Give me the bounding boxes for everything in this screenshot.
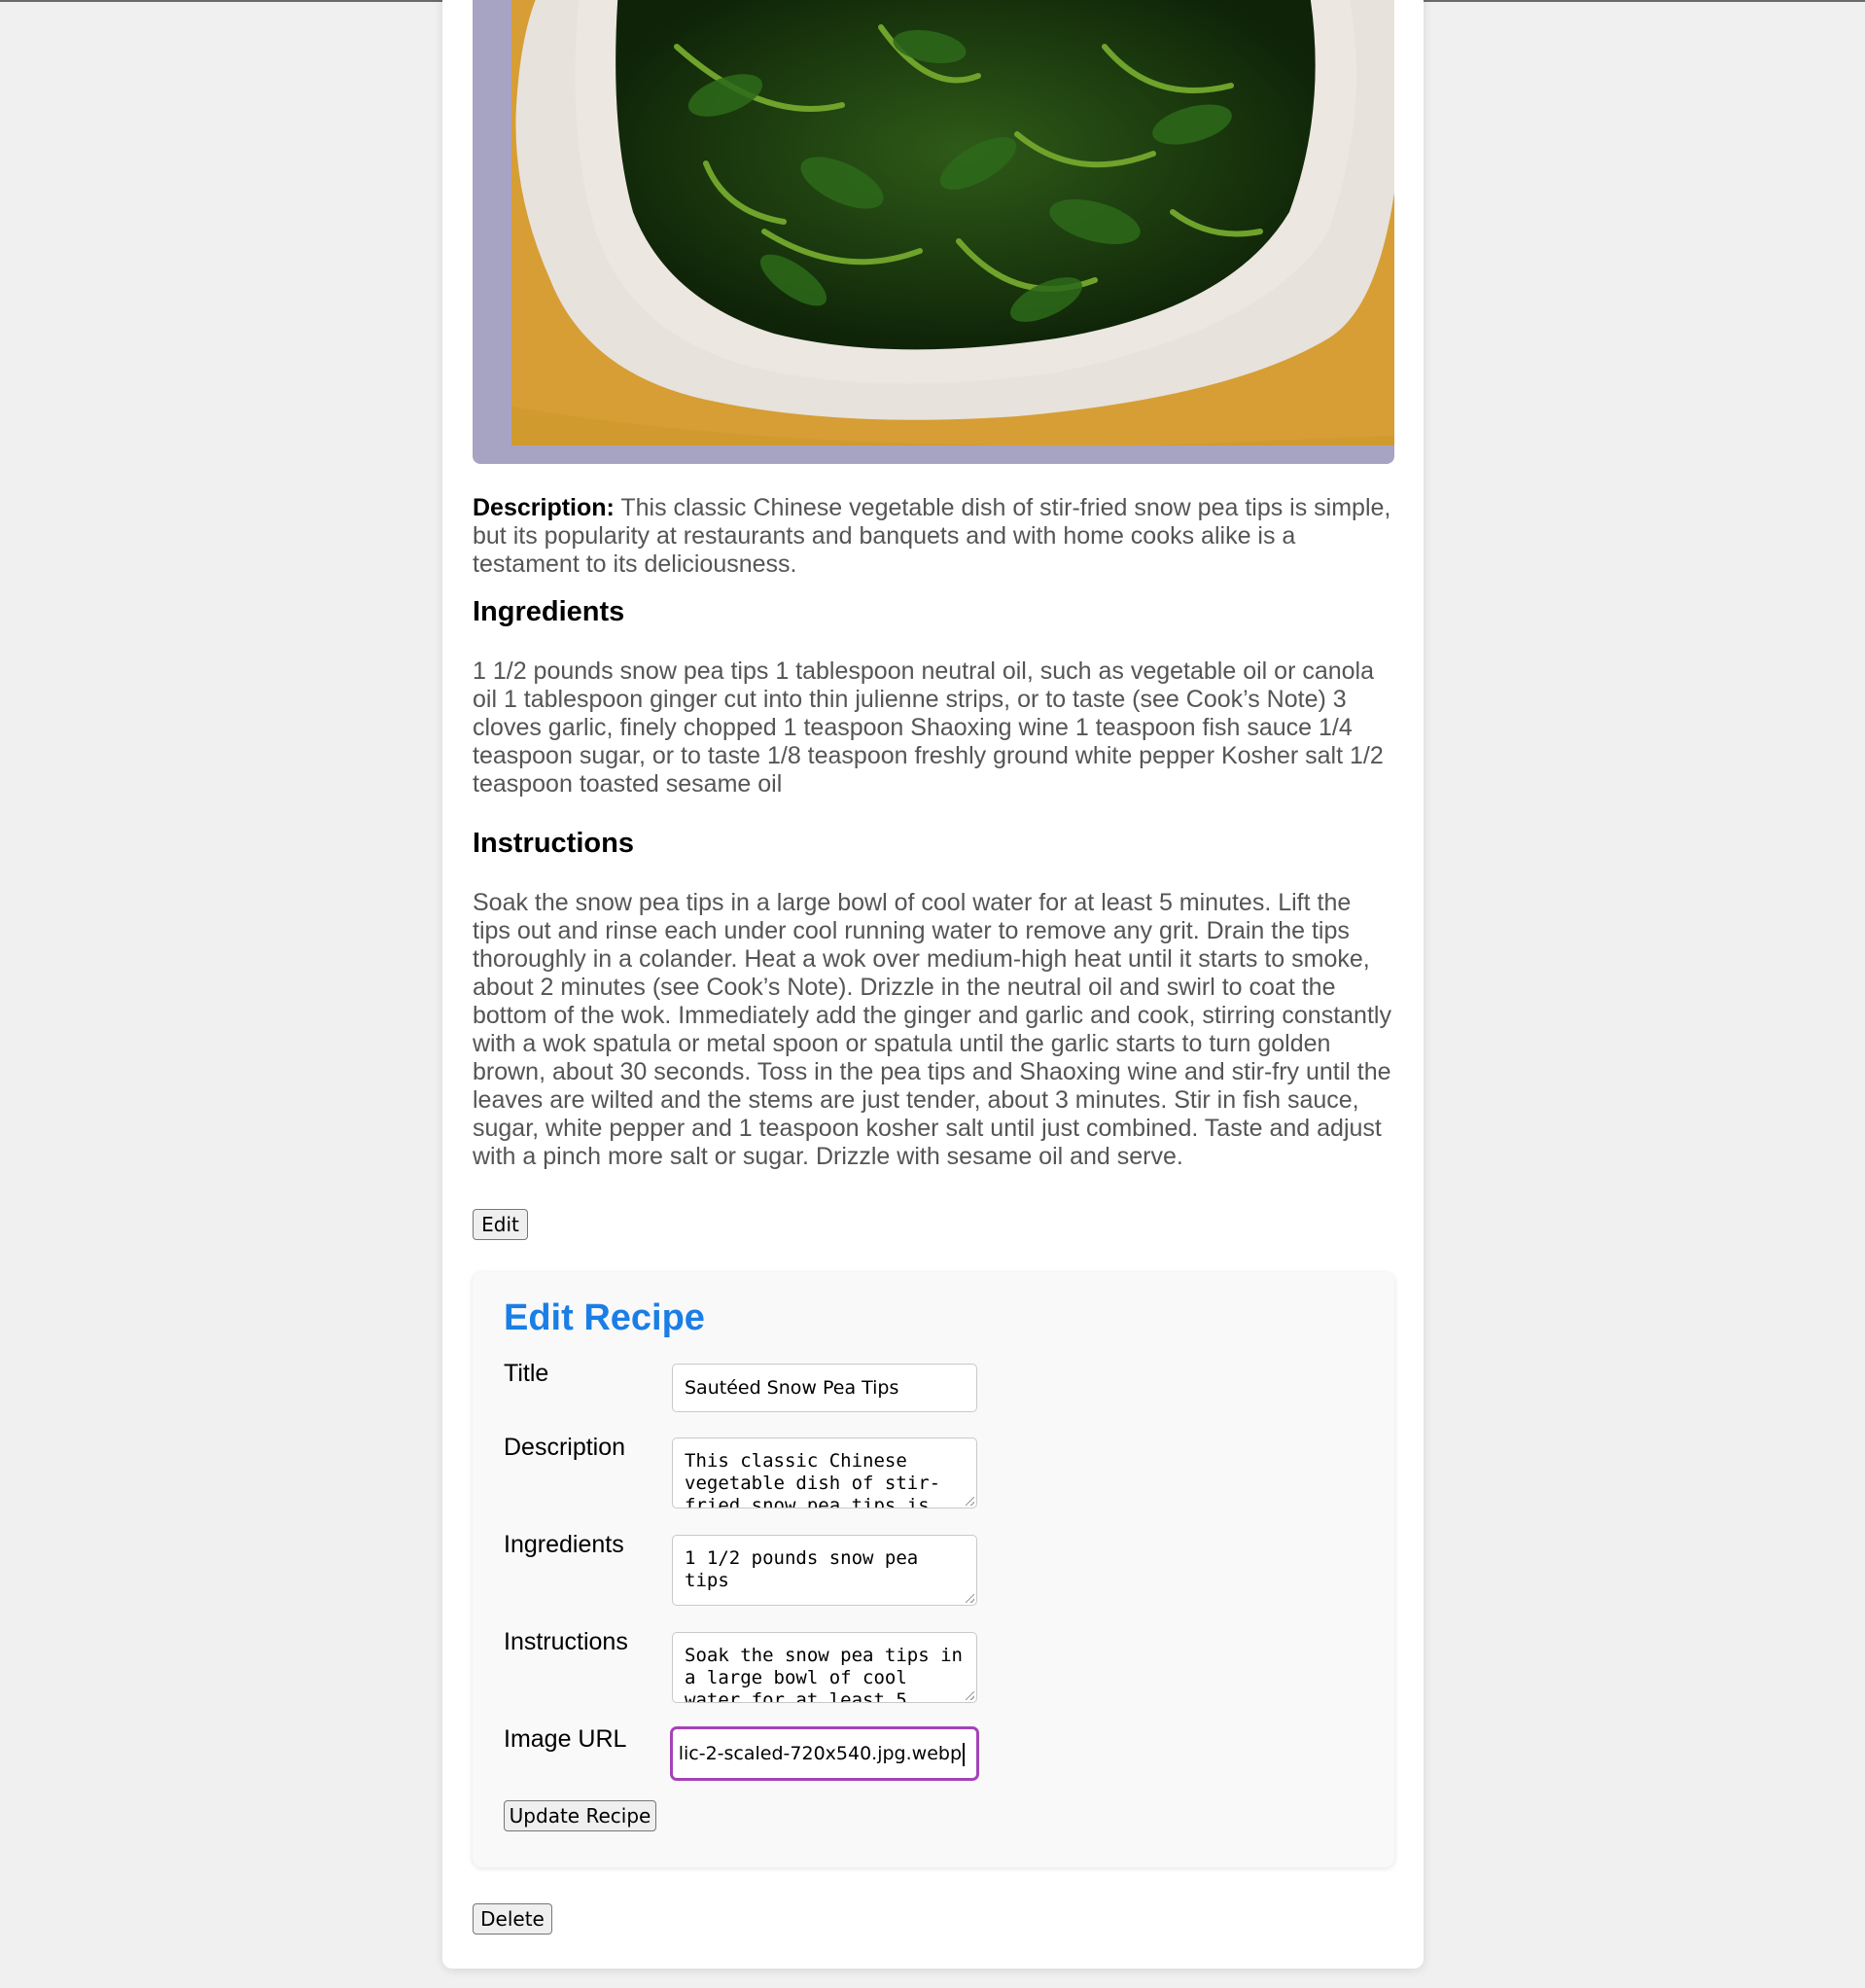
image-url-label: Image URL <box>504 1725 627 1753</box>
ingredients-text: 1 1/2 pounds snow pea tips 1 tablespoon … <box>473 657 1384 798</box>
ingredients-textarea[interactable]: 1 1/2 pounds snow pea tips <box>672 1535 977 1606</box>
instructions-textarea[interactable]: Soak the snow pea tips in a large bowl o… <box>672 1632 977 1703</box>
resize-grip-icon[interactable] <box>966 1691 974 1700</box>
resize-grip-icon[interactable] <box>966 1497 974 1506</box>
recipe-card: Description: This classic Chinese vegeta… <box>442 0 1424 1969</box>
edit-recipe-form: Edit Recipe Title Sautéed Snow Pea Tips … <box>473 1272 1394 1867</box>
recipe-image <box>473 0 1394 464</box>
description-textarea[interactable]: This classic Chinese vegetable dish of s… <box>672 1438 977 1509</box>
title-input[interactable]: Sautéed Snow Pea Tips <box>672 1364 977 1412</box>
image-url-value: lic-2-scaled-720x540.jpg.webp <box>678 1743 962 1764</box>
description-textarea-value: This classic Chinese vegetable dish of s… <box>685 1450 941 1509</box>
snow-pea-tips-photo <box>473 0 1394 464</box>
recipe-description: Description: This classic Chinese vegeta… <box>473 494 1394 579</box>
image-url-input[interactable]: lic-2-scaled-720x540.jpg.webp <box>670 1726 979 1781</box>
title-label: Title <box>504 1360 549 1387</box>
ingredients-textarea-value: 1 1/2 pounds snow pea tips <box>685 1547 919 1591</box>
instructions-textarea-value: Soak the snow pea tips in a large bowl o… <box>685 1645 963 1703</box>
edit-button[interactable]: Edit <box>473 1209 528 1240</box>
delete-button[interactable]: Delete <box>473 1903 552 1935</box>
update-recipe-button[interactable]: Update Recipe <box>504 1800 656 1831</box>
description-label: Description: <box>473 494 615 521</box>
instructions-text: Soak the snow pea tips in a large bowl o… <box>473 889 1391 1170</box>
instructions-field-label: Instructions <box>504 1628 628 1655</box>
resize-grip-icon[interactable] <box>966 1594 974 1603</box>
text-caret <box>963 1742 965 1766</box>
edit-recipe-heading: Edit Recipe <box>504 1297 705 1338</box>
ingredients-field-label: Ingredients <box>504 1531 624 1558</box>
description-field-label: Description <box>504 1434 626 1461</box>
instructions-heading: Instructions <box>473 828 634 859</box>
ingredients-heading: Ingredients <box>473 596 625 627</box>
